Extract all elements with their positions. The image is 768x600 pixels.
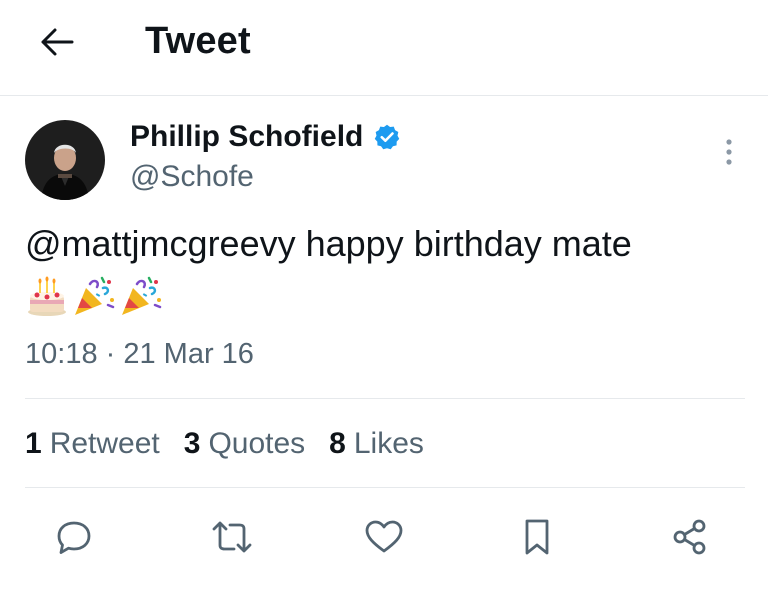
arrow-left-icon xyxy=(41,28,74,56)
bookmark-icon xyxy=(525,519,549,555)
reply-button[interactable] xyxy=(52,515,96,559)
verified-badge-icon xyxy=(375,124,400,150)
quotes-stat[interactable]: 3 Quotes xyxy=(184,425,305,463)
like-button[interactable] xyxy=(362,515,406,559)
share-icon xyxy=(673,519,706,555)
divider xyxy=(25,398,745,399)
birthday-cake-emoji xyxy=(28,276,66,316)
reply-icon xyxy=(57,521,91,554)
engagement-stats: 1 Retweet 3 Quotes 8 Likes xyxy=(25,425,448,463)
top-bar: Tweet xyxy=(0,0,768,96)
retweets-count: 1 xyxy=(25,427,42,460)
more-vertical-icon xyxy=(726,139,732,165)
party-popper-emoji xyxy=(75,276,115,315)
share-button[interactable] xyxy=(668,515,712,559)
avatar[interactable] xyxy=(25,120,105,200)
author-handle[interactable]: @Schofe xyxy=(130,158,254,196)
likes-count: 8 xyxy=(329,427,346,460)
retweets-label: Retweet xyxy=(49,427,160,460)
author-name-row: Phillip Schofield xyxy=(130,119,401,155)
author-name[interactable]: Phillip Schofield xyxy=(130,119,363,155)
more-options-button[interactable] xyxy=(712,135,746,169)
quotes-count: 3 xyxy=(183,427,201,460)
tweet-detail-page: Tweet Phillip Schofield @Schofe @mattjmc… xyxy=(0,0,768,600)
likes-stat[interactable]: 8 Likes xyxy=(329,425,424,463)
retweets-stat[interactable]: 1 Retweet xyxy=(25,425,160,463)
heart-icon xyxy=(365,520,403,553)
page-title: Tweet xyxy=(145,20,251,62)
party-popper-emoji xyxy=(122,276,162,315)
retweet-button[interactable] xyxy=(210,515,254,559)
tweet-text: @mattjmcgreevy happy birthday mate xyxy=(25,223,632,264)
back-button[interactable] xyxy=(34,19,80,65)
tweet-emojis xyxy=(25,274,163,318)
tweet-timestamp[interactable]: 10:18 · 21 Mar 16 xyxy=(25,336,254,372)
quotes-label: Quotes xyxy=(208,427,306,460)
divider xyxy=(25,487,745,488)
retweet-icon xyxy=(212,521,252,553)
profile-photo xyxy=(25,120,105,200)
bookmark-button[interactable] xyxy=(515,515,559,559)
likes-label: Likes xyxy=(353,427,424,460)
